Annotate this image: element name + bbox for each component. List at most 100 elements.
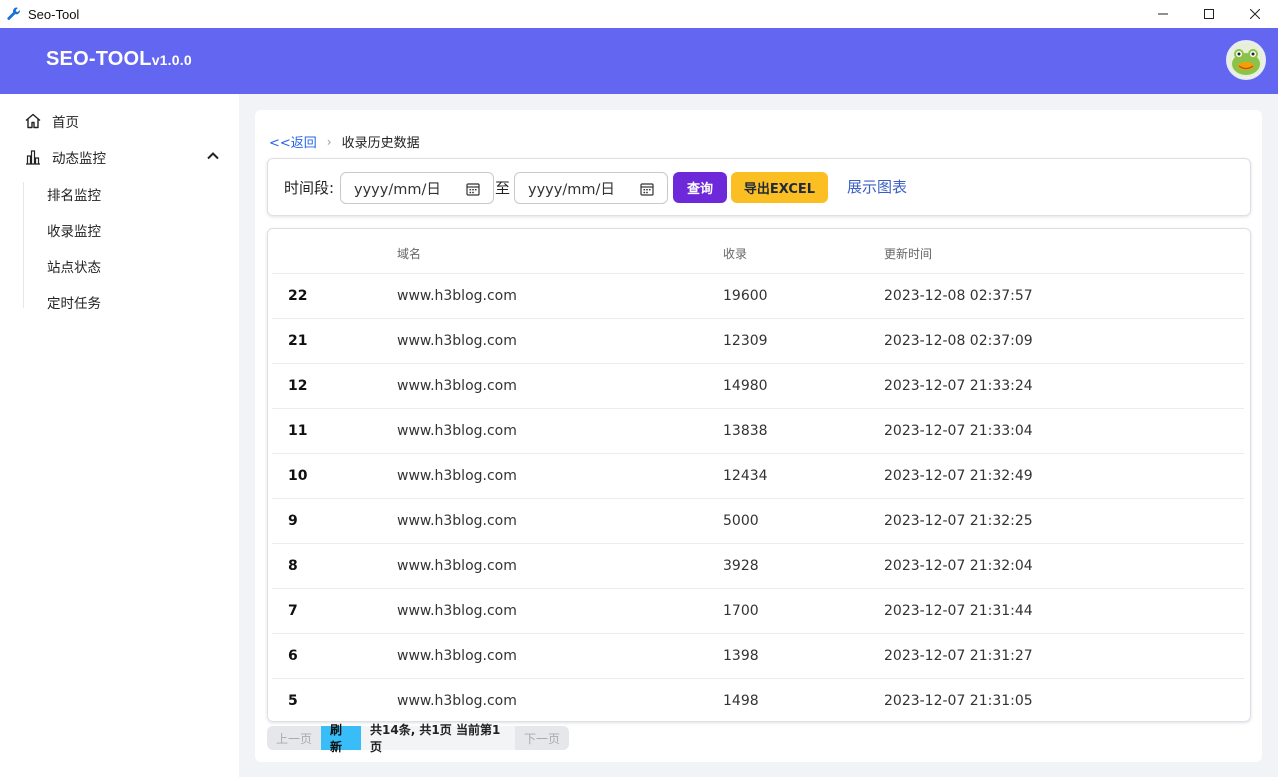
row-domain: www.h3blog.com [397,468,517,484]
home-icon [24,112,42,130]
row-id: 7 [288,603,298,619]
app-header: SEO-TOOLv1.0.0 [0,28,1278,94]
row-id: 9 [288,513,298,529]
chevron-right-icon: › [326,134,332,149]
table-row: 8 www.h3blog.com 3928 2023-12-07 21:32:04 [272,543,1244,588]
start-date-placeholder: yyyy/mm/日 [354,181,441,198]
wrench-icon [6,6,22,22]
row-count: 1498 [723,693,759,709]
frog-avatar-icon [1228,42,1264,78]
table-row: 10 www.h3blog.com 12434 2023-12-07 21:32:49 [272,453,1244,498]
row-count: 14980 [723,378,768,394]
sidebar: 首页 动态监控 排名监控 收录监控 站点状态 定时任务 [0,94,239,777]
avatar[interactable] [1226,40,1266,80]
content-card: <<返回 › 收录历史数据 时间段: yyyy/mm/日 至 yyyy/mm/日… [255,110,1262,762]
row-count: 19600 [723,288,768,304]
end-date-input[interactable]: yyyy/mm/日 [514,172,668,204]
table-row: 22 www.h3blog.com 19600 2023-12-08 02:37:57 [272,273,1244,318]
table-row: 6 www.h3blog.com 1398 2023-12-07 21:31:27 [272,633,1244,678]
history-table: 域名 收录 更新时间 22 www.h3blog.com 19600 2023-12-… [267,228,1251,722]
pagination-info: 共14条, 共1页 当前第1页 [361,723,515,754]
row-time: 2023-12-08 02:37:57 [884,288,1033,304]
time-range-label: 时间段: [284,179,335,197]
row-domain: www.h3blog.com [397,513,517,529]
table-header: 域名 收录 更新时间 [268,229,1250,273]
calendar-icon[interactable] [466,182,480,196]
minimize-button[interactable] [1140,0,1186,28]
breadcrumb: <<返回 › 收录历史数据 [269,132,420,152]
window-title: Seo-Tool [28,6,80,22]
maximize-button[interactable] [1186,0,1232,28]
pagination: 上一页 刷新 共14条, 共1页 当前第1页 下一页 [267,723,569,754]
row-time: 2023-12-07 21:33:24 [884,378,1033,394]
table-row: 12 www.h3blog.com 14980 2023-12-07 21:33:24 [272,363,1244,408]
end-date-placeholder: yyyy/mm/日 [528,181,615,198]
chevron-up-icon[interactable] [205,148,221,164]
window-titlebar: Seo-Tool [0,0,1278,28]
table-row: 9 www.h3blog.com 5000 2023-12-07 21:32:25 [272,498,1244,543]
row-id: 10 [288,468,308,484]
sidebar-item-label: 首页 [52,115,79,131]
row-time: 2023-12-07 21:32:04 [884,558,1033,574]
table-row: 11 www.h3blog.com 13838 2023-12-07 21:33:04 [272,408,1244,453]
row-id: 21 [288,333,308,349]
brand-version: v1.0.0 [151,52,192,68]
sidebar-item-site-status[interactable]: 站点状态 [47,256,101,276]
row-count: 12434 [723,468,768,484]
show-chart-link[interactable]: 展示图表 [847,176,907,197]
row-domain: www.h3blog.com [397,423,517,439]
row-domain: www.h3blog.com [397,558,517,574]
row-domain: www.h3blog.com [397,288,517,304]
sidebar-item-label: 动态监控 [52,151,106,167]
row-id: 11 [288,423,308,439]
row-count: 1700 [723,603,759,619]
export-excel-button[interactable]: 导出EXCEL [731,172,828,203]
row-time: 2023-12-07 21:32:25 [884,513,1033,529]
row-count: 1398 [723,648,759,664]
maximize-icon [1204,9,1214,19]
row-id: 8 [288,558,298,574]
sidebar-item-rank[interactable]: 排名监控 [47,184,101,204]
close-icon [1250,9,1260,19]
next-page-button[interactable]: 下一页 [515,726,569,750]
column-header-count: 收录 [723,247,748,261]
refresh-button[interactable]: 刷新 [321,723,361,754]
back-link[interactable]: <<返回 [269,132,317,151]
start-date-input[interactable]: yyyy/mm/日 [340,172,494,204]
sidebar-item-scheduled-tasks[interactable]: 定时任务 [47,292,101,312]
row-count: 12309 [723,333,768,349]
table-row: 21 www.h3blog.com 12309 2023-12-08 02:37:09 [272,318,1244,363]
close-button[interactable] [1232,0,1278,28]
row-domain: www.h3blog.com [397,378,517,394]
query-button[interactable]: 查询 [673,172,727,203]
row-domain: www.h3blog.com [397,333,517,349]
prev-page-button[interactable]: 上一页 [267,726,321,750]
row-time: 2023-12-07 21:31:05 [884,693,1033,709]
brand-name: SEO-TOOL [46,48,152,70]
row-domain: www.h3blog.com [397,648,517,664]
to-label: 至 [495,179,511,197]
sidebar-item-home[interactable]: 首页 [24,111,79,131]
row-id: 22 [288,288,308,304]
row-time: 2023-12-07 21:32:49 [884,468,1033,484]
page-title: 收录历史数据 [341,136,420,151]
row-count: 5000 [723,513,759,529]
sidebar-item-monitor[interactable]: 动态监控 [24,147,106,167]
table-row: 7 www.h3blog.com 1700 2023-12-07 21:31:44 [272,588,1244,633]
brand-logo: SEO-TOOLv1.0.0 [46,48,192,71]
column-header-domain: 域名 [397,247,422,261]
calendar-icon[interactable] [640,182,654,196]
main-content: <<返回 › 收录历史数据 时间段: yyyy/mm/日 至 yyyy/mm/日… [239,94,1278,777]
chart-bar-icon [24,148,42,166]
row-id: 5 [288,693,298,709]
row-time: 2023-12-07 21:33:04 [884,423,1033,439]
row-id: 12 [288,378,308,394]
row-time: 2023-12-07 21:31:27 [884,648,1033,664]
row-count: 3928 [723,558,759,574]
row-id: 6 [288,648,298,664]
row-time: 2023-12-07 21:31:44 [884,603,1033,619]
submenu-divider [23,182,24,308]
row-count: 13838 [723,423,768,439]
column-header-time: 更新时间 [884,247,933,261]
sidebar-item-index[interactable]: 收录监控 [47,220,101,240]
